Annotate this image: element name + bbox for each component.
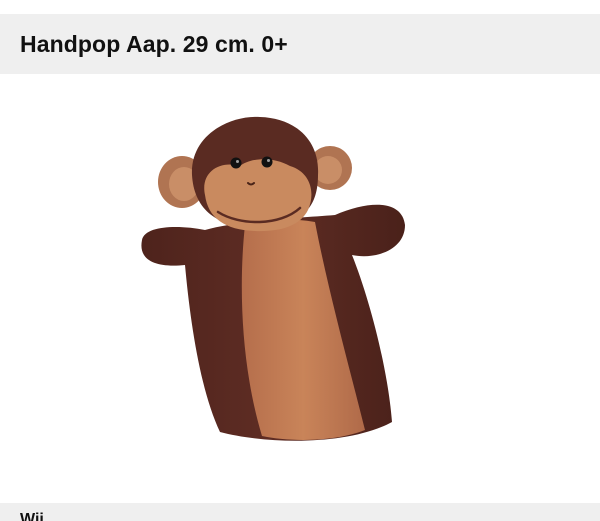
product-title-bar: Handpop Aap. 29 cm. 0+: [0, 14, 600, 74]
puppet-eye-right: [261, 156, 273, 168]
product-title: Handpop Aap. 29 cm. 0+: [20, 30, 288, 57]
puppet-ear-right-inner: [314, 156, 342, 184]
section-heading: Wij: [20, 511, 44, 521]
section-header-bar: Wij: [0, 503, 600, 521]
puppet-eye-left: [230, 157, 242, 169]
product-image-monkey-puppet: [141, 116, 406, 441]
puppet-face: [204, 159, 312, 232]
product-page: Handpop Aap. 29 cm. 0+ Wij: [0, 0, 600, 521]
